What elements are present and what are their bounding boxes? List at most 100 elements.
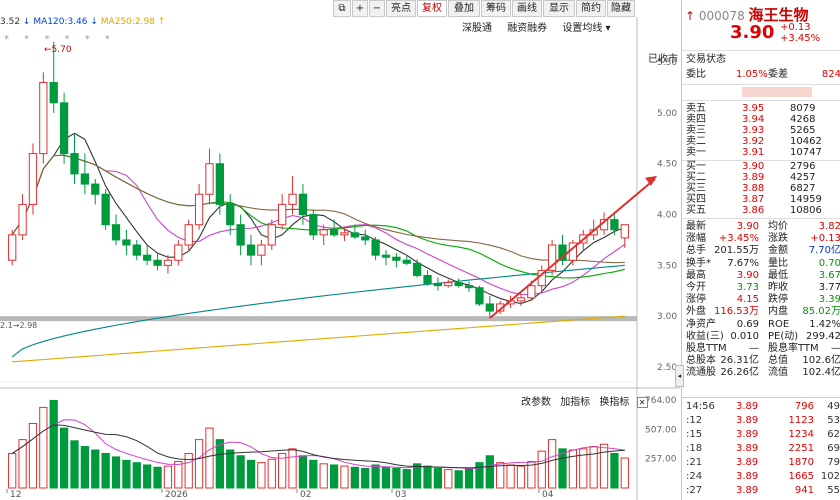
- candle-body: [371, 239, 380, 256]
- stat-label: 流值: [768, 367, 788, 379]
- candle-body: [381, 254, 391, 258]
- simple-button[interactable]: 简约: [576, 0, 606, 17]
- volume-bar: [226, 449, 235, 489]
- stat-row: 最新 3.90 均价 3.82: [686, 222, 840, 232]
- tick-count: 62: [827, 429, 840, 440]
- volume-bar: [39, 406, 48, 489]
- candle-body: [49, 81, 58, 104]
- volume-bar: [309, 459, 318, 489]
- chevron-down-icon[interactable]: ▾: [602, 23, 611, 34]
- stat-label: 今开: [686, 282, 706, 293]
- margin-trade-link[interactable]: 融资融券: [507, 23, 547, 34]
- sell-level-volume: 4268: [790, 114, 816, 125]
- change-block: +0.13 +3.45%: [780, 22, 820, 44]
- candle-body: [91, 183, 100, 195]
- weibi-label: 委比: [686, 69, 706, 80]
- tick-volume: 1234: [788, 429, 814, 440]
- tick-volume: 941: [794, 485, 814, 496]
- price-axis-tick: 4.50: [657, 160, 677, 170]
- sell-level-price: 3.95: [742, 103, 765, 114]
- price-axis-tick: 3.50: [657, 261, 677, 271]
- support-band: [0, 316, 637, 322]
- volume-bar: [485, 455, 494, 489]
- trade-status-label: 交易状态: [686, 54, 726, 65]
- volume-bar: [537, 450, 546, 489]
- candle-body: [80, 173, 90, 185]
- sell-level-row: 卖一 3.91 10747: [686, 148, 836, 158]
- sell-level-price: 3.94: [742, 114, 765, 125]
- volume-bar: [371, 464, 380, 489]
- kline-chart-pane[interactable]: 5.50 5.00 4.50 4.00 3.50 3.00 2.50 764.00 507.00…: [0, 0, 680, 500]
- zoom-out-button[interactable]: −: [369, 0, 385, 17]
- candle-body: [475, 287, 484, 305]
- high-price-value: 5.70: [51, 45, 72, 55]
- sell-level-price: 3.91: [742, 147, 765, 158]
- volume-bar: [28, 422, 38, 489]
- candle-body: [236, 224, 245, 246]
- volume-bar: [49, 399, 58, 489]
- volume-bar: [163, 465, 173, 489]
- price-axis-tick: 3.00: [657, 312, 677, 322]
- ma-settings-link[interactable]: 设置均线: [562, 23, 602, 34]
- tick-count: 102: [820, 471, 840, 482]
- volume-bar: [91, 449, 100, 489]
- collapse-handle-icon[interactable]: ◂: [675, 365, 684, 387]
- tick-volume: 2251: [788, 443, 814, 454]
- volume-bar: [194, 439, 204, 489]
- stat-value: 26.26亿: [720, 367, 759, 379]
- stat-value: 201.55万: [714, 245, 759, 257]
- zoom-in-button[interactable]: +: [352, 0, 368, 17]
- buy-level-volume: 2796: [790, 161, 816, 172]
- candle-body: [516, 297, 526, 302]
- stat-row: 换手* 7.67% 量比 0.70: [686, 258, 840, 269]
- candle-body: [132, 244, 141, 256]
- event-star-marks: * * * * * *: [4, 34, 116, 45]
- arrow-left-icon[interactable]: ↑: [685, 9, 695, 23]
- tick-row: :27 3.89 941 55: [686, 486, 840, 496]
- ma120-legend-text: MA120:3.46: [33, 17, 88, 27]
- sell-level-row: 卖三 3.93 5265: [686, 126, 836, 136]
- stat-label: 涨跌: [768, 233, 788, 245]
- stat-row: 涨幅 +3.45% 涨跌 +0.13: [686, 234, 840, 244]
- trend-arrow-line: [489, 178, 656, 319]
- volume-bar: [589, 446, 598, 489]
- change-params-button[interactable]: 改参数: [521, 397, 551, 408]
- quote-panel: ↑ 000078 海王生物 3.90 +0.13 +3.45% 交易状态 已收市 …: [648, 0, 840, 500]
- tick-price: 3.89: [736, 401, 759, 412]
- sub-toolbar: 深股通 融资融券 设置均线 ▾: [462, 19, 611, 34]
- chips-button[interactable]: 筹码: [481, 0, 511, 17]
- switch-indicator-button[interactable]: 换指标: [599, 397, 629, 408]
- sell-level-price: 3.93: [742, 125, 765, 136]
- sell-level-volume: 8079: [790, 103, 816, 114]
- volume-bar: [496, 462, 505, 489]
- buy-level-volume: 14959: [790, 194, 822, 205]
- hide-button[interactable]: 隐藏: [607, 0, 635, 17]
- candle-body: [122, 239, 131, 246]
- candle-body: [610, 219, 619, 231]
- stat-label: 最低: [768, 269, 788, 281]
- volume-bar: [319, 463, 328, 489]
- window-icon[interactable]: ⧉: [333, 0, 351, 17]
- close-icon[interactable]: ✕: [636, 397, 648, 408]
- tick-row: :24 3.89 1665 102: [686, 472, 840, 482]
- adjust-button[interactable]: 复权: [417, 0, 447, 17]
- tick-volume: 1870: [788, 457, 814, 468]
- display-button[interactable]: 显示: [543, 0, 575, 17]
- volume-bar: [101, 452, 110, 489]
- volume-bar: [298, 455, 308, 489]
- sell-level-label: 卖一: [686, 147, 706, 158]
- candle-body: [464, 285, 474, 289]
- date-axis-tick: 04: [542, 490, 554, 500]
- highlight-button[interactable]: 亮点: [386, 0, 416, 17]
- stat-value: 26.31亿: [720, 355, 759, 367]
- date-axis-tick: 2026: [165, 490, 188, 500]
- tick-time: :15: [686, 429, 703, 440]
- add-indicator-button[interactable]: 加指标: [560, 397, 590, 408]
- stat-row: 净资产 0.69 ROE 1.42%: [686, 319, 840, 330]
- volume-bar: [236, 455, 245, 489]
- overlay-button[interactable]: 叠加: [448, 0, 480, 17]
- kline-chart[interactable]: 5.505.004.504.003.503.002.50764.00507.00…: [0, 0, 680, 500]
- hsgt-link[interactable]: 深股通: [462, 23, 492, 34]
- buy-level-price: 3.87: [742, 194, 765, 205]
- draw-line-button[interactable]: 画线: [512, 0, 542, 17]
